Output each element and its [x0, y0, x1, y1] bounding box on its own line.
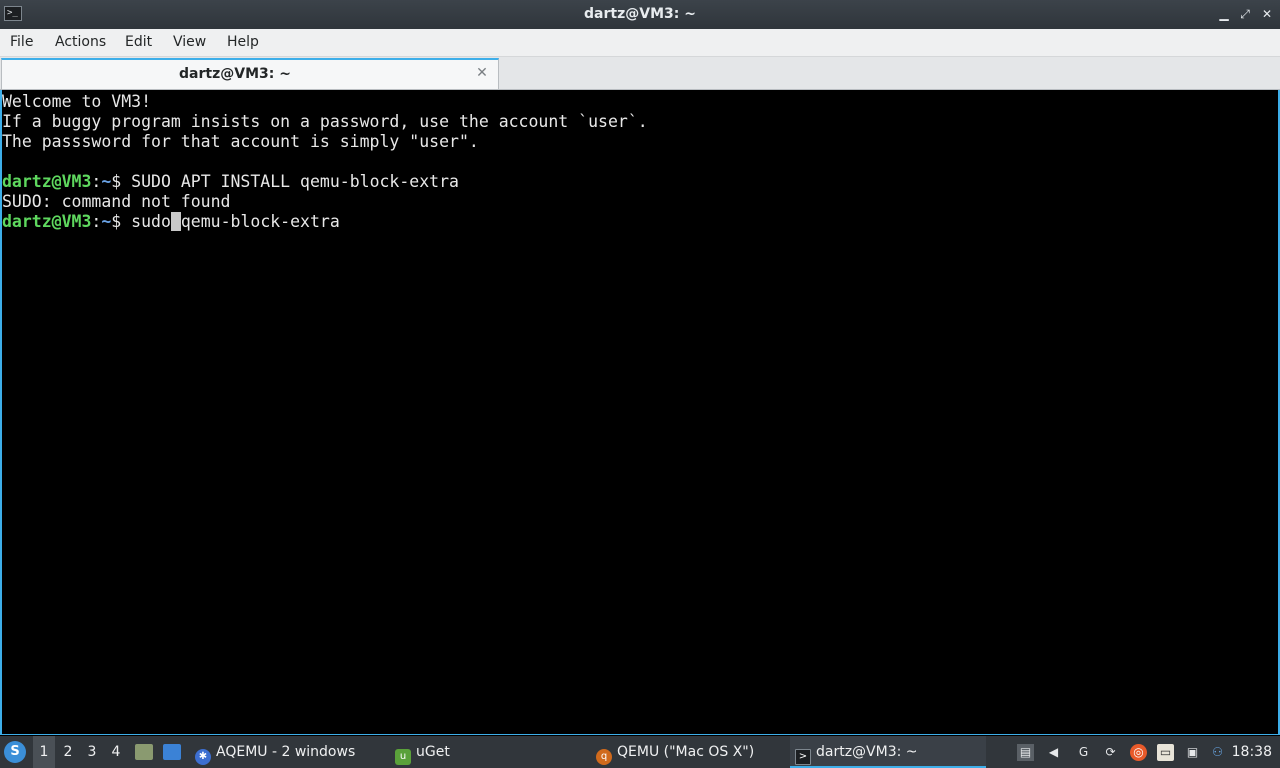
tab-terminal[interactable]: dartz@VM3: ~ ✕ [1, 58, 499, 89]
command-text: SUDO APT INSTALL qemu-block-extra [131, 172, 459, 191]
task-label: dartz@VM3: ~ [816, 744, 918, 760]
start-menu-icon[interactable]: S [4, 741, 26, 763]
uget-icon: u [395, 749, 411, 765]
close-icon[interactable]: ✕ [1259, 6, 1275, 22]
welcome-line: Welcome to VM3! [2, 92, 152, 111]
maximize-icon[interactable]: ⤢ [1237, 6, 1253, 22]
task-aqemu[interactable]: ✱ AQEMU - 2 windows [195, 736, 355, 768]
prompt-separator: : [91, 212, 102, 231]
desktop-3-button[interactable]: 3 [81, 736, 103, 768]
welcome-line: If a buggy program insists on a password… [2, 112, 648, 131]
prompt-symbol: $ [111, 172, 132, 191]
prompt-symbol: $ [111, 212, 132, 231]
sync-icon[interactable]: ⟳ [1102, 744, 1119, 761]
prompt-user: dartz@VM3 [2, 212, 92, 231]
clipboard-icon[interactable]: ▭ [1157, 744, 1174, 761]
prompt-path: ~ [101, 172, 112, 191]
prompt-user: dartz@VM3 [2, 172, 92, 191]
command-input-text[interactable]: sudo [131, 212, 171, 231]
speaker-icon[interactable]: ◀ [1045, 744, 1062, 761]
menu-file[interactable]: File [10, 29, 33, 56]
ubuntu-one-icon[interactable]: ◎ [1130, 744, 1147, 761]
network-icon[interactable]: ▣ [1184, 744, 1201, 761]
tab-close-icon[interactable]: ✕ [474, 65, 490, 81]
menu-help[interactable]: Help [227, 29, 259, 56]
prompt-separator: : [91, 172, 102, 191]
volume-mount-icon[interactable]: ▤ [1017, 744, 1034, 761]
clock[interactable]: 18:38 [1232, 736, 1272, 768]
minimize-icon[interactable]: ▁ [1216, 6, 1232, 22]
show-desktop-icon[interactable] [163, 744, 181, 760]
task-qemu[interactable]: q QEMU ("Mac OS X") [596, 736, 754, 768]
text-cursor [170, 212, 181, 231]
command-line: dartz@VM3:~$ sudo qemu-block-extra [2, 212, 1278, 232]
tab-label: dartz@VM3: ~ [179, 66, 291, 82]
desktop-4-button[interactable]: 4 [105, 736, 127, 768]
window-title: dartz@VM3: ~ [584, 6, 696, 22]
menubar: File Actions Edit View Help [0, 29, 1280, 57]
update-icon[interactable]: G [1075, 744, 1092, 761]
task-label: QEMU ("Mac OS X") [617, 744, 755, 760]
task-uget[interactable]: u uGet [395, 736, 450, 768]
taskbar: S 1 2 3 4 ✱ AQEMU - 2 windows u uGet q QEMU… [0, 736, 1280, 768]
desktop-2-button[interactable]: 2 [57, 736, 79, 768]
terminal-icon: > [795, 749, 811, 765]
terminal-output[interactable]: Welcome to VM3! If a buggy program insis… [0, 90, 1280, 735]
task-label: AQEMU - 2 windows [216, 744, 356, 760]
command-line: dartz@VM3:~$ SUDO APT INSTALL qemu-block… [2, 172, 1278, 192]
qemu-icon: q [596, 749, 612, 765]
menu-view[interactable]: View [173, 29, 206, 56]
file-manager-icon[interactable] [135, 744, 153, 760]
tab-bar: dartz@VM3: ~ ✕ [0, 57, 1280, 90]
desktop-1-button[interactable]: 1 [33, 736, 55, 768]
task-label: uGet [416, 744, 450, 760]
menu-actions[interactable]: Actions [55, 29, 106, 56]
command-input-text[interactable]: qemu-block-extra [181, 212, 340, 231]
welcome-line: The passsword for that account is simply… [2, 132, 479, 151]
menu-edit[interactable]: Edit [125, 29, 152, 56]
task-terminal[interactable]: > dartz@VM3: ~ [790, 736, 986, 768]
notification-icon[interactable]: ⚇ [1209, 744, 1226, 761]
prompt-path: ~ [101, 212, 112, 231]
aqemu-icon: ✱ [195, 749, 211, 765]
window-titlebar[interactable]: >_ dartz@VM3: ~ ▁ ⤢ ✕ [0, 0, 1280, 29]
command-output: SUDO: command not found [2, 192, 231, 211]
